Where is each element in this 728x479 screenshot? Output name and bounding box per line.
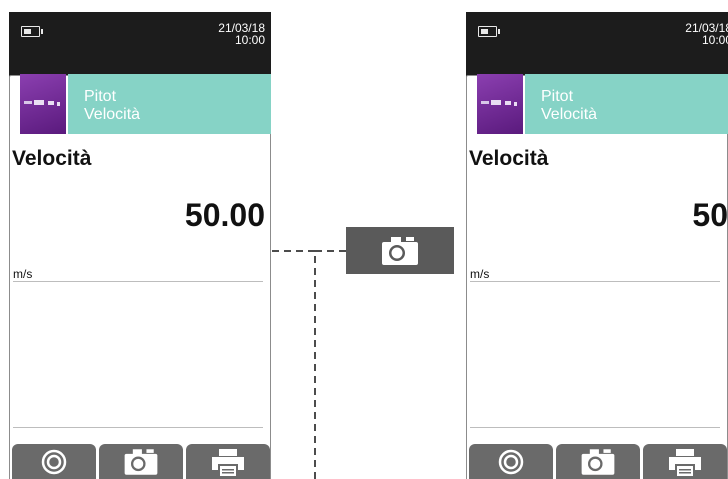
camera-icon xyxy=(581,448,615,475)
datetime: 21/03/18 10:00 xyxy=(685,22,728,46)
divider xyxy=(13,281,263,282)
probe-title-bar[interactable]: Pitot Velocità xyxy=(525,74,728,134)
unit-label: m/s xyxy=(13,267,33,281)
target-icon xyxy=(498,449,524,474)
battery-icon xyxy=(478,26,500,37)
divider xyxy=(13,427,263,428)
time-label: 10:00 xyxy=(701,33,728,47)
probe-measure: Velocità xyxy=(541,106,598,123)
target-icon xyxy=(41,449,67,474)
target-button[interactable] xyxy=(469,444,553,479)
probe-header: Pitot Velocità xyxy=(20,74,271,134)
camera-icon xyxy=(382,236,418,265)
pitot-probe-thumbnail xyxy=(20,74,66,134)
probe-title-bar[interactable]: Pitot Velocità xyxy=(68,74,271,134)
parameter-value: 50 xyxy=(692,197,728,233)
camera-icon xyxy=(124,448,158,475)
parameter-name: Velocità xyxy=(12,147,92,170)
measurement-panel xyxy=(466,75,728,479)
camera-button[interactable] xyxy=(556,444,640,479)
softkey-bar xyxy=(466,444,728,479)
status-bar: 21/03/18 10:00 xyxy=(9,12,271,56)
divider xyxy=(470,427,720,428)
probe-name: Pitot xyxy=(541,88,574,105)
divider xyxy=(470,281,720,282)
unit-label: m/s xyxy=(470,267,490,281)
device-screen-left: 21/03/18 10:00 Pitot Velocità Velocità 5… xyxy=(9,12,271,479)
time-label: 10:00 xyxy=(234,33,265,47)
print-button[interactable] xyxy=(186,444,270,479)
camera-button[interactable] xyxy=(99,444,183,479)
device-screen-right: 21/03/18 10:00 Pitot Velocità Velocità 5… xyxy=(466,12,728,479)
pitot-probe-icon xyxy=(481,100,517,106)
printer-icon xyxy=(212,448,244,476)
pitot-probe-icon xyxy=(24,100,60,106)
battery-icon xyxy=(21,26,43,37)
parameter-value: 50.00 xyxy=(184,197,265,233)
pitot-probe-thumbnail xyxy=(477,74,523,134)
target-button[interactable] xyxy=(12,444,96,479)
printer-icon xyxy=(669,448,701,476)
softkey-bar xyxy=(9,444,271,479)
measurement-panel xyxy=(9,75,271,479)
probe-header: Pitot Velocità xyxy=(477,74,728,134)
parameter-name: Velocità xyxy=(469,147,549,170)
status-bar: 21/03/18 10:00 xyxy=(466,12,728,56)
snapshot-camera-button[interactable] xyxy=(346,227,454,274)
print-button[interactable] xyxy=(643,444,727,479)
probe-name: Pitot xyxy=(84,88,117,105)
datetime: 21/03/18 10:00 xyxy=(218,22,265,46)
probe-measure: Velocità xyxy=(84,106,141,123)
